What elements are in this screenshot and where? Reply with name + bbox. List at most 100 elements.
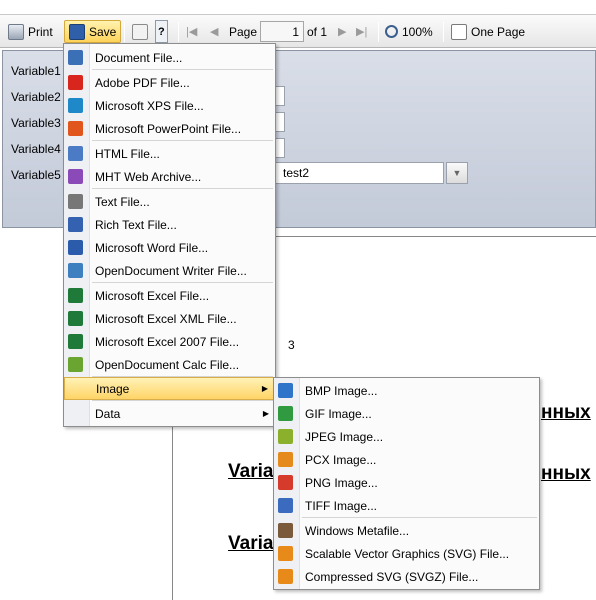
variable3-label: Variable3 [11,116,61,130]
next-page-icon[interactable]: ▶ [338,25,346,38]
page-count-label: of 1 [307,25,328,39]
menu-item-xps[interactable]: Microsoft XPS File... [64,94,275,117]
bmp-icon [278,383,293,398]
submenu-arrow-icon: ▶ [261,384,268,393]
menu-item-label: Document File... [95,50,183,65]
first-page-icon[interactable]: |◀ [186,25,197,38]
save-format-menu: Document File... Adobe PDF File... Microso… [63,43,276,427]
tiff-icon [278,498,293,513]
menu-item-html[interactable]: HTML File... [64,142,275,165]
pdf-icon [68,75,83,90]
menu-item-label: JPEG Image... [305,429,384,444]
magnifier-icon [385,25,398,38]
menu-item-bmp[interactable]: BMP Image... [274,379,539,402]
menu-item-excel[interactable]: Microsoft Excel File... [64,284,275,307]
menu-item-label: Text File... [95,194,150,209]
menu-item-label: Data [95,406,121,421]
report-heading: Varia [228,461,274,482]
menu-item-label: PNG Image... [305,475,378,490]
page-magnifier-icon [451,23,467,40]
excel-xml-icon [68,311,83,326]
chevron-down-icon: ▼ [452,168,462,178]
menu-item-label: Scalable Vector Graphics (SVG) File... [305,546,510,561]
menu-item-text-file[interactable]: Text File... [64,190,275,213]
rtf-icon [68,217,83,232]
wmf-icon [278,523,293,538]
menu-item-label: HTML File... [95,146,160,161]
menu-separator [92,376,273,377]
report-heading: нных [541,463,591,484]
menu-item-excel-xml[interactable]: Microsoft Excel XML File... [64,307,275,330]
gif-icon [278,406,293,421]
menu-item-pdf[interactable]: Adobe PDF File... [64,71,275,94]
page-label: Page [229,25,258,39]
menu-item-document[interactable]: Document File... [64,46,275,69]
menu-item-label: GIF Image... [305,406,372,421]
jpeg-icon [278,429,293,444]
powerpoint-icon [68,121,83,136]
menu-item-svgz[interactable]: Compressed SVG (SVGZ) File... [274,565,539,588]
menu-item-excel-2007[interactable]: Microsoft Excel 2007 File... [64,330,275,353]
menu-separator [92,140,273,141]
question-icon: ? [158,25,165,38]
menu-item-label: Compressed SVG (SVGZ) File... [305,569,479,584]
menu-item-gif[interactable]: GIF Image... [274,402,539,425]
menu-item-label: BMP Image... [305,383,378,398]
toolbar-divider [443,22,444,42]
menu-separator [92,69,273,70]
variable2-label: Variable2 [11,90,61,104]
report-value: 3 [288,338,295,352]
menu-item-label: Windows Metafile... [305,523,410,538]
page-number-input[interactable] [260,21,304,42]
menu-item-data[interactable]: Data ▶ [64,402,275,425]
last-page-icon[interactable]: ▶| [356,25,367,38]
variable5-input[interactable]: test2 [262,162,444,184]
menu-item-label: OpenDocument Calc File... [95,357,240,372]
menu-item-label: Rich Text File... [95,217,177,232]
menu-item-label: Microsoft Word File... [95,240,209,255]
menu-item-png[interactable]: PNG Image... [274,471,539,494]
menu-item-jpeg[interactable]: JPEG Image... [274,425,539,448]
menu-item-mht[interactable]: MHT Web Archive... [64,165,275,188]
excel-icon [68,288,83,303]
variable1-label: Variable1 [11,64,61,78]
menu-item-tiff[interactable]: TIFF Image... [274,494,539,517]
variable5-dropdown-button[interactable]: ▼ [446,162,468,184]
document-icon [68,50,83,65]
report-heading: нных [541,402,591,423]
save-button[interactable]: Save [64,20,122,43]
ods-icon [68,357,83,372]
menu-item-odt[interactable]: OpenDocument Writer File... [64,259,275,282]
menu-item-label: PCX Image... [305,452,377,467]
parameters-button[interactable] [132,20,152,43]
bookmarks-button[interactable]: ? [155,20,168,43]
menu-item-ods[interactable]: OpenDocument Calc File... [64,353,275,376]
png-icon [278,475,293,490]
menu-item-wmf[interactable]: Windows Metafile... [274,519,539,542]
menu-item-word[interactable]: Microsoft Word File... [64,236,275,259]
zoom-button[interactable]: 100% [385,20,433,43]
text-file-icon [68,194,83,209]
menu-item-label: Adobe PDF File... [95,75,190,90]
print-button[interactable]: Print [8,20,53,43]
list-icon [132,23,148,40]
menu-item-rtf[interactable]: Rich Text File... [64,213,275,236]
menu-item-svg[interactable]: Scalable Vector Graphics (SVG) File... [274,542,539,565]
odt-icon [68,263,83,278]
menu-item-label: MHT Web Archive... [95,169,202,184]
toolbar-divider [378,22,379,42]
previous-page-icon[interactable]: ◀ [210,25,218,38]
menu-item-powerpoint[interactable]: Microsoft PowerPoint File... [64,117,275,140]
menu-item-label: Image [96,381,130,396]
menu-separator [302,517,537,518]
report-heading: Varia [228,533,274,554]
menu-item-label: Microsoft Excel 2007 File... [95,334,240,349]
menu-item-image[interactable]: Image ▶ [64,377,275,400]
menu-item-pcx[interactable]: PCX Image... [274,448,539,471]
excel-2007-icon [68,334,83,349]
floppy-disk-icon [69,23,85,40]
word-icon [68,240,83,255]
view-mode-button[interactable]: One Page [451,20,525,43]
menu-item-label: Microsoft Excel XML File... [95,311,237,326]
svgz-icon [278,569,293,584]
